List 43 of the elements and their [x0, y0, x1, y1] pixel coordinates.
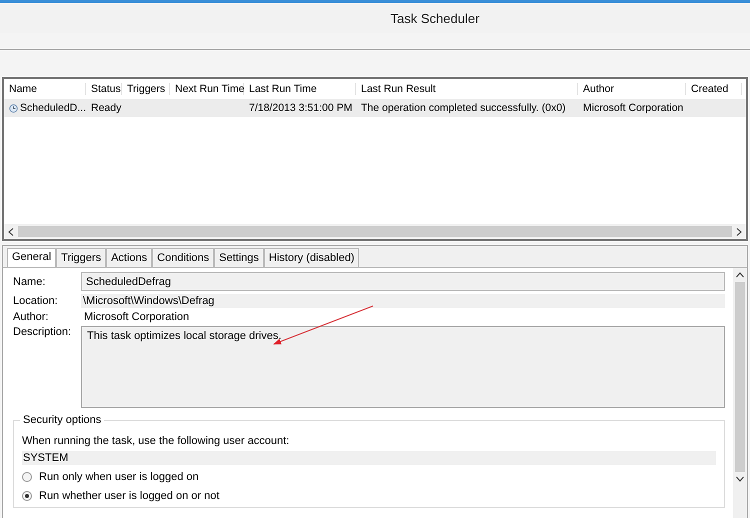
field-label: Description: — [13, 326, 72, 338]
scroll-down-icon[interactable] — [736, 476, 744, 482]
radio-label: Run whether user is logged on or not — [39, 490, 220, 502]
tab[interactable]: Triggers — [56, 248, 106, 267]
horizontal-scrollbar[interactable] — [4, 224, 746, 239]
name-field[interactable]: ScheduledDefrag — [81, 272, 725, 291]
tab[interactable]: History (disabled) — [264, 248, 360, 267]
scroll-right-icon[interactable] — [736, 228, 742, 236]
column-header[interactable]: Name — [4, 83, 86, 95]
field-label: Name: — [13, 276, 46, 288]
description-field[interactable]: This task optimizes local storage drives. — [81, 326, 725, 408]
vertical-scrollbar[interactable] — [733, 268, 747, 518]
table-row[interactable]: ScheduledD... Ready 7/18/2013 3:51:00 PM The operation completed successfully. (0x0) Microsoft Corporation — [4, 99, 746, 117]
column-header[interactable]: Author — [578, 83, 686, 95]
column-header[interactable]: Last Run Result — [356, 83, 578, 95]
tab[interactable]: Actions — [106, 248, 152, 267]
group-title: Security options — [20, 414, 104, 426]
field-label: Author: — [13, 311, 50, 323]
table-cell: ScheduledD... — [20, 102, 86, 114]
table-cell: The operation completed successfully. (0x0) — [361, 102, 566, 114]
tab[interactable]: Settings — [214, 248, 264, 267]
table-cell: Ready — [91, 102, 122, 114]
user-account-value: SYSTEM — [22, 451, 716, 465]
column-header[interactable]: Created — [686, 83, 742, 95]
radio-button[interactable] — [22, 472, 32, 482]
tab[interactable]: General — [7, 248, 56, 267]
account-prompt: When running the task, use the following user account: — [22, 435, 290, 447]
column-header[interactable]: Last Run Time — [244, 83, 356, 95]
tab[interactable]: Conditions — [152, 248, 214, 267]
radio-button[interactable] — [22, 490, 32, 500]
column-header[interactable]: Next Run Time — [170, 83, 244, 95]
radio-label: Run only when user is logged on — [39, 470, 199, 482]
location-value: \Microsoft\Windows\Defrag — [81, 294, 725, 308]
scroll-up-icon[interactable] — [736, 272, 744, 278]
field-label: Location: — [13, 295, 59, 307]
table-cell: Microsoft Corporation — [583, 102, 684, 114]
column-header[interactable]: Triggers — [122, 83, 170, 95]
scroll-left-icon[interactable] — [8, 228, 14, 236]
window-title: Task Scheduler — [390, 10, 480, 26]
author-value: Microsoft Corporation — [83, 311, 190, 323]
column-header[interactable]: Status — [86, 83, 122, 95]
table-cell: 7/18/2013 3:51:00 PM — [249, 102, 352, 114]
clock-icon — [9, 102, 18, 114]
